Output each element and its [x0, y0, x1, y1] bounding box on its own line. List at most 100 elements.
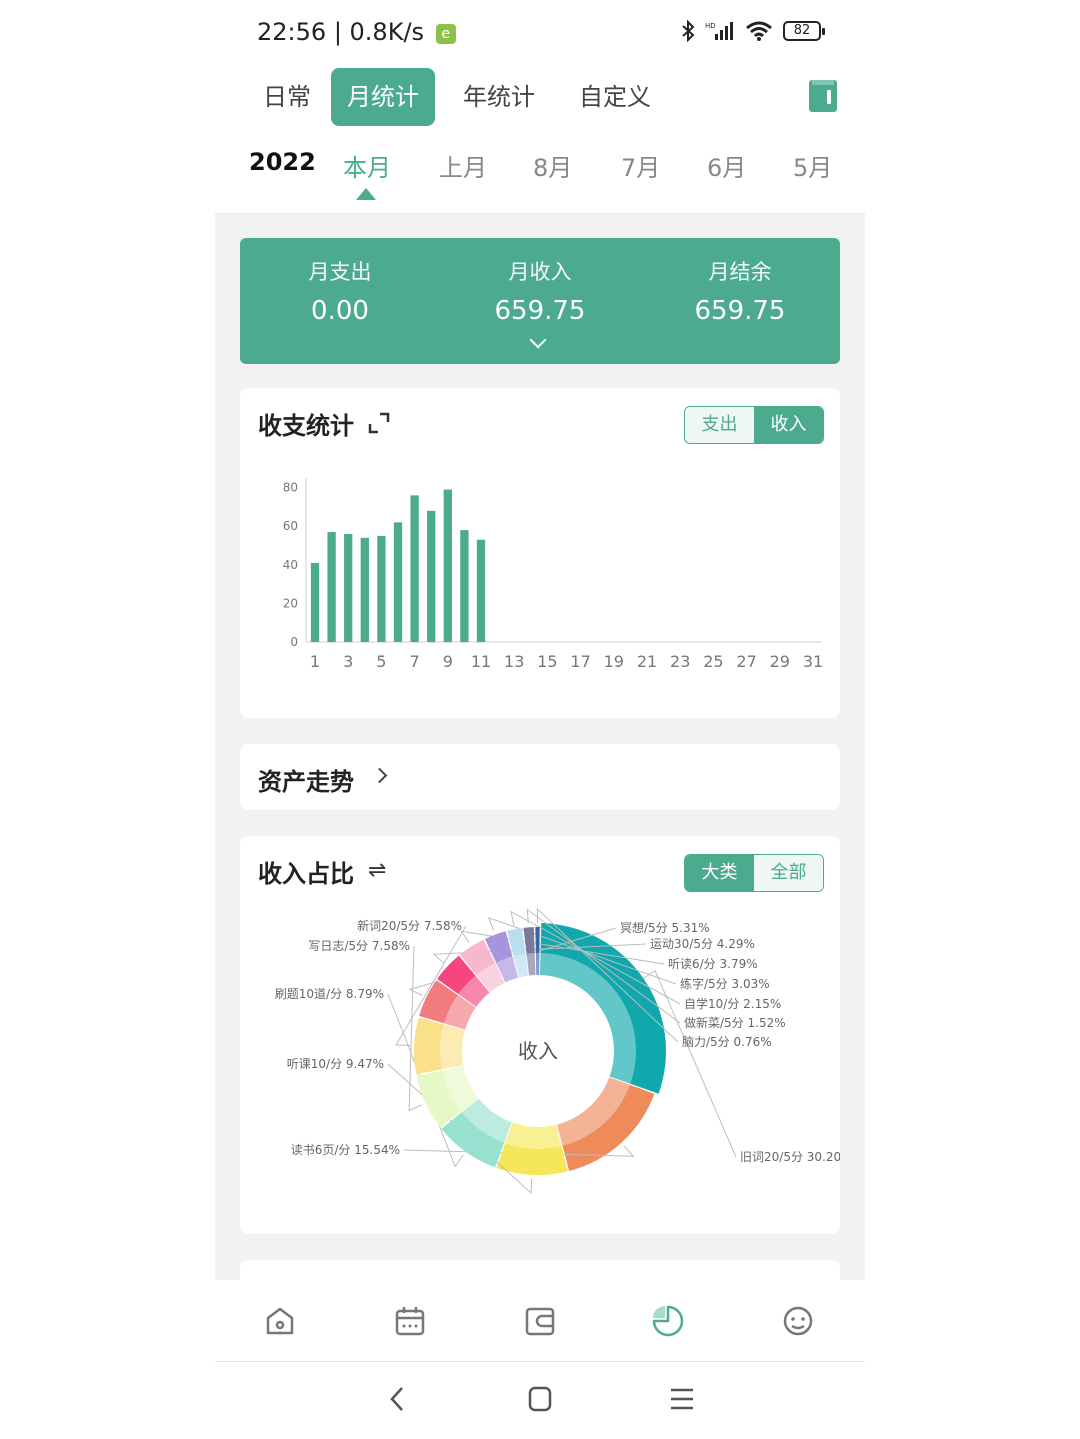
bar[interactable] — [344, 533, 353, 642]
x-tick-label: 23 — [670, 652, 690, 671]
tab-monthly[interactable]: 月统计 — [331, 68, 435, 126]
bluetooth-icon — [682, 20, 695, 42]
income-donut-chart: 旧词20/5分 30.20% 读书6页/分 15.54% 听课10/分 9.47% 刷… — [275, 907, 840, 1194]
income-label: 月收入 — [508, 260, 572, 284]
bar[interactable] — [393, 522, 403, 642]
month-may[interactable]: 5月 — [793, 148, 832, 183]
x-tick-label: 3 — [343, 652, 353, 671]
bar[interactable] — [410, 495, 419, 642]
bar[interactable] — [460, 530, 469, 642]
slice-label: 旧词20/5分 30.20% — [740, 1150, 840, 1164]
month-jul[interactable]: 7月 — [621, 148, 660, 183]
back-icon[interactable] — [389, 1386, 405, 1412]
y-tick-label: 60 — [283, 519, 298, 533]
expense-value: 0.00 — [311, 296, 369, 326]
donut-slice-inner — [440, 1024, 465, 1070]
slice-label: 做新菜/5分 1.52% — [684, 1015, 786, 1030]
wallet-icon[interactable] — [523, 1304, 557, 1338]
x-tick-label: 9 — [443, 652, 453, 671]
tab-custom[interactable]: 自定义 — [563, 68, 667, 126]
content-area: 月支出 0.00 月收入 659.75 月结余 659.75 收支统计 支出 收… — [215, 214, 865, 1280]
slice-label: 新词20/5分 7.58% — [357, 918, 462, 933]
x-tick-label: 13 — [504, 652, 524, 671]
seg-income[interactable]: 收入 — [754, 407, 823, 443]
x-tick-label: 31 — [803, 652, 823, 671]
signal-icon: HD — [705, 22, 733, 40]
statistics-pie-icon[interactable] — [651, 1304, 685, 1338]
battery-icon: 82 — [783, 21, 825, 41]
donut-slice-inner — [526, 953, 536, 976]
month-current[interactable]: 本月 — [343, 148, 391, 183]
seg-category[interactable]: 大类 — [685, 855, 754, 891]
bottom-navigation — [215, 1280, 865, 1362]
x-tick-label: 17 — [570, 652, 590, 671]
summary-card[interactable]: 月支出 0.00 月收入 659.75 月结余 659.75 — [240, 238, 840, 364]
donut-center-label: 收入 — [518, 1039, 558, 1063]
bar[interactable] — [427, 510, 436, 642]
balance-summary: 月结余 659.75 — [640, 256, 840, 326]
expand-icon[interactable] — [368, 412, 390, 434]
bar[interactable] — [310, 562, 320, 642]
asset-trend-card[interactable]: 资产走势 — [240, 744, 840, 810]
svg-text:HD: HD — [705, 22, 716, 30]
profile-face-icon[interactable] — [781, 1304, 815, 1338]
bar[interactable] — [360, 537, 369, 642]
clock-text: 22:56 — [257, 18, 327, 46]
seg-all[interactable]: 全部 — [754, 855, 823, 891]
y-tick-label: 80 — [283, 481, 298, 495]
slice-label: 脑力/5分 0.76% — [682, 1035, 772, 1049]
chevron-down-icon[interactable] — [529, 331, 547, 349]
balance-label: 月结余 — [708, 260, 772, 284]
top-tabs: 日常 月统计 年统计 自定义 — [247, 68, 837, 126]
seg-expense[interactable]: 支出 — [685, 407, 754, 443]
slice-label: 练字/5分 3.03% — [680, 976, 770, 991]
bar[interactable] — [443, 489, 452, 642]
system-navigation-bar — [215, 1362, 865, 1439]
x-tick-label: 1 — [310, 652, 320, 671]
separator: | — [333, 18, 350, 46]
calendar-icon[interactable] — [393, 1304, 427, 1338]
home-square-icon[interactable] — [528, 1386, 552, 1412]
slice-label: 刷题10道/分 8.79% — [275, 987, 384, 1001]
menu-icon[interactable] — [670, 1386, 694, 1412]
income-summary: 月收入 659.75 — [440, 256, 640, 326]
x-tick-label: 19 — [604, 652, 624, 671]
stats-card: 收支统计 支出 收入 0 20 40 60 80 1 3 5 7 9 11 13 15 17 19 21 23 2… — [240, 388, 840, 718]
ledger-book-icon[interactable] — [809, 80, 837, 112]
month-selector: 2022 本月 上月 8月 7月 6月 5月 — [215, 140, 865, 214]
status-bar: 22:56 | 0.8K/s e HD 82 — [215, 0, 865, 70]
selected-caret-icon — [356, 188, 376, 200]
income-ratio-card: 收入占比 ⇌ 大类 全部 旧词20/5分 30.20% 读书6页/分 15.54%… — [240, 836, 840, 1234]
home-icon[interactable] — [263, 1304, 297, 1338]
asset-trend-title: 资产走势 — [258, 768, 354, 796]
slice-label: 冥想/5分 5.31% — [620, 920, 710, 935]
x-tick-label: 25 — [703, 652, 723, 671]
phone-screen: 22:56 | 0.8K/s e HD 82 日常 月统计 年统计 自定义 20… — [215, 0, 865, 1439]
slice-label: 听读6/分 3.79% — [668, 957, 758, 971]
app-root: 22:56 | 0.8K/s e HD 82 日常 月统计 年统计 自定义 20… — [0, 0, 1080, 1439]
donut-slice-inner — [505, 1122, 562, 1149]
bar[interactable] — [327, 532, 336, 642]
ratio-title: 收入占比 — [258, 860, 354, 888]
y-tick-label: 40 — [283, 558, 298, 572]
slice-label: 听课10/分 9.47% — [287, 1057, 384, 1071]
x-tick-label: 7 — [410, 652, 420, 671]
expense-summary: 月支出 0.00 — [240, 256, 440, 326]
slice-label: 自学10/分 2.15% — [684, 996, 781, 1011]
month-jun[interactable]: 6月 — [707, 148, 746, 183]
bar[interactable] — [377, 535, 386, 642]
net-speed: 0.8K/s — [349, 18, 425, 46]
year-label[interactable]: 2022 — [249, 148, 316, 176]
tab-yearly[interactable]: 年统计 — [447, 68, 551, 126]
expense-income-toggle: 支出 收入 — [684, 406, 824, 444]
bar[interactable] — [476, 539, 486, 642]
month-aug[interactable]: 8月 — [533, 148, 572, 183]
x-tick-label: 27 — [736, 652, 756, 671]
next-card — [240, 1260, 840, 1280]
swap-icon[interactable]: ⇌ — [368, 858, 386, 883]
x-tick-label: 21 — [637, 652, 657, 671]
month-last[interactable]: 上月 — [439, 148, 487, 183]
app-badge-icon: e — [435, 24, 456, 44]
slice-label: 写日志/5分 7.58% — [308, 939, 410, 953]
tab-daily[interactable]: 日常 — [247, 68, 327, 126]
